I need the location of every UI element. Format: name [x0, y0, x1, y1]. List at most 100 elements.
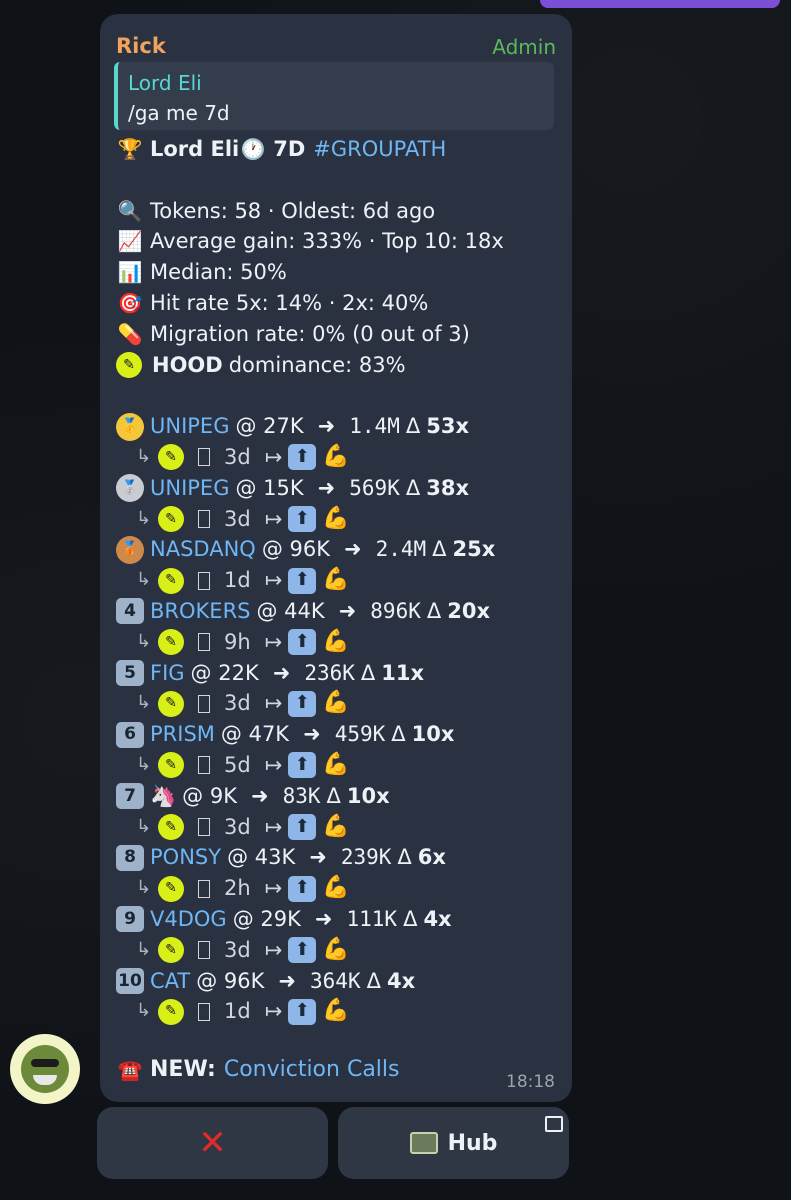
message-body: 🏆 Lord Eli 🕐 7D #GROUPATH 🔍 Tokens: 58 · Oldes…: [116, 134, 566, 1027]
sender-name[interactable]: Rick: [116, 34, 166, 58]
pill-icon[interactable]: ✎: [158, 567, 184, 594]
hashtag[interactable]: #GROUPATH: [313, 134, 446, 165]
token-delta: Δ: [397, 845, 412, 870]
pill-icon[interactable]: ✎: [158, 998, 184, 1025]
rank-badge: 9: [116, 906, 144, 933]
flex-icon: 💪: [322, 443, 350, 469]
close-button[interactable]: ✕: [97, 1107, 328, 1179]
token-delta: Δ: [366, 968, 381, 993]
mid-arrow-icon: ↦: [264, 506, 283, 531]
token-subrow: ↳ ✎ 2h ↦ ⬆ 💪: [116, 873, 566, 904]
token-subrow: ↳ ✎ 3d ↦ ⬆ 💪: [116, 504, 566, 535]
pill-icon[interactable]: ✎: [158, 813, 184, 840]
stat-line: 🎯 Hit rate 5x: 14% · 2x: 40%: [116, 288, 566, 319]
pill-icon[interactable]: ✎: [158, 752, 184, 779]
magnifier-icon: 🔍: [117, 198, 143, 223]
token-name[interactable]: 🦄: [150, 781, 176, 812]
sender-row: Rick Admin: [116, 26, 556, 66]
up-arrow-icon[interactable]: ⬆: [288, 813, 317, 840]
token-exit: 111K: [346, 906, 398, 931]
mid-arrow-icon: ↦: [264, 752, 283, 777]
pill-icon: 💊: [117, 321, 143, 346]
token-subrow: ↳ ✎ 5d ↦ ⬆ 💪: [116, 750, 566, 781]
pill-icon[interactable]: ✎: [158, 505, 184, 532]
token-name[interactable]: PONSY: [150, 842, 221, 873]
token-name[interactable]: NASDANQ: [150, 534, 256, 565]
token-delta: Δ: [403, 906, 418, 931]
token-exit: 459K: [334, 722, 386, 747]
medal-icon: 🥇: [116, 412, 144, 441]
message-bubble[interactable]: Rick Admin Lord Eli /ga me 7d 🏆 Lord Eli 🕐…: [100, 14, 572, 1102]
clock-placeholder-icon: [198, 571, 210, 590]
up-arrow-icon[interactable]: ⬆: [288, 444, 317, 471]
pill-icon[interactable]: ✎: [158, 937, 184, 964]
admin-badge: Admin: [492, 35, 556, 59]
token-row: 🥇 UNIPEG @ 27K ➜ 1.4M Δ 53x: [116, 411, 566, 442]
token-name[interactable]: FIG: [150, 658, 185, 689]
flex-icon: 💪: [322, 813, 350, 839]
token-row: 4 BROKERS @ 44K ➜ 896K Δ 20x: [116, 596, 566, 627]
pill-icon[interactable]: ✎: [158, 690, 184, 717]
expand-icon[interactable]: [545, 1116, 563, 1132]
avatar[interactable]: [10, 1034, 80, 1104]
token-multiplier: 53x: [426, 414, 469, 439]
token-entry: @ 44K: [256, 598, 325, 623]
rank-badge: 7: [116, 783, 144, 810]
footer-label: NEW:: [150, 1057, 216, 1082]
footer-line: ☎️ NEW: Conviction Calls: [116, 1057, 400, 1082]
token-delta: Δ: [426, 598, 442, 623]
mid-arrow-icon: ↦: [264, 876, 283, 901]
conviction-calls-link[interactable]: Conviction Calls: [224, 1057, 400, 1082]
flex-icon: 💪: [322, 567, 350, 593]
token-multiplier: 38x: [426, 475, 469, 500]
trophy-icon: 🏆: [117, 137, 143, 161]
pill-icon[interactable]: ✎: [158, 444, 184, 471]
token-entry: @ 22K: [190, 660, 259, 685]
token-entry: @ 96K: [261, 537, 330, 562]
bar-chart-icon: 📊: [117, 260, 143, 285]
token-name[interactable]: PRISM: [150, 719, 215, 750]
clock-placeholder-icon: [198, 694, 210, 713]
clock-placeholder-icon: [198, 509, 210, 528]
token-row: 9 V4DOG @ 29K ➜ 111K Δ 4x: [116, 904, 566, 935]
reply-text: /ga me 7d: [128, 101, 230, 125]
up-arrow-icon[interactable]: ⬆: [288, 937, 317, 964]
up-arrow-icon[interactable]: ⬆: [288, 752, 317, 779]
token-age: 3d: [224, 814, 251, 839]
return-arrow-icon: ↳: [136, 1000, 152, 1022]
up-arrow-icon[interactable]: ⬆: [288, 567, 317, 594]
token-exit: 1.4M: [349, 414, 400, 439]
token-arrow: ➜: [309, 845, 327, 870]
up-arrow-icon[interactable]: ⬆: [288, 505, 317, 532]
token-name[interactable]: UNIPEG: [150, 411, 229, 442]
mid-arrow-icon: ↦: [264, 568, 283, 593]
mid-arrow-icon: ↦: [264, 814, 283, 839]
stat-text: Median: 50%: [150, 260, 287, 285]
reply-quote[interactable]: Lord Eli /ga me 7d: [114, 62, 554, 130]
up-arrow-icon[interactable]: ⬆: [288, 998, 317, 1025]
pill-icon[interactable]: ✎: [158, 875, 184, 902]
up-arrow-icon[interactable]: ⬆: [288, 629, 317, 656]
token-entry: @ 96K: [196, 968, 265, 993]
up-arrow-icon[interactable]: ⬆: [288, 875, 317, 902]
clock-placeholder-icon: [198, 633, 210, 652]
token-exit: 236K: [304, 660, 355, 685]
rank-badge: 5: [116, 659, 144, 686]
pill-icon[interactable]: ✎: [158, 629, 184, 656]
token-name[interactable]: CAT: [150, 966, 190, 997]
return-arrow-icon: ↳: [136, 692, 152, 714]
token-name[interactable]: UNIPEG: [150, 473, 229, 504]
token-name[interactable]: V4DOG: [150, 904, 227, 935]
medal-icon: 🥈: [116, 474, 144, 503]
hub-button[interactable]: Hub: [338, 1107, 569, 1179]
return-arrow-icon: ↳: [136, 815, 152, 837]
token-age: 3d: [224, 691, 251, 716]
token-name[interactable]: BROKERS: [150, 596, 251, 627]
mid-arrow-icon: ↦: [264, 937, 283, 962]
token-multiplier: 20x: [447, 598, 491, 623]
up-arrow-icon[interactable]: ⬆: [288, 690, 317, 717]
return-arrow-icon: ↳: [136, 507, 152, 529]
clock-placeholder-icon: [198, 817, 210, 836]
token-age: 5d: [224, 752, 251, 777]
